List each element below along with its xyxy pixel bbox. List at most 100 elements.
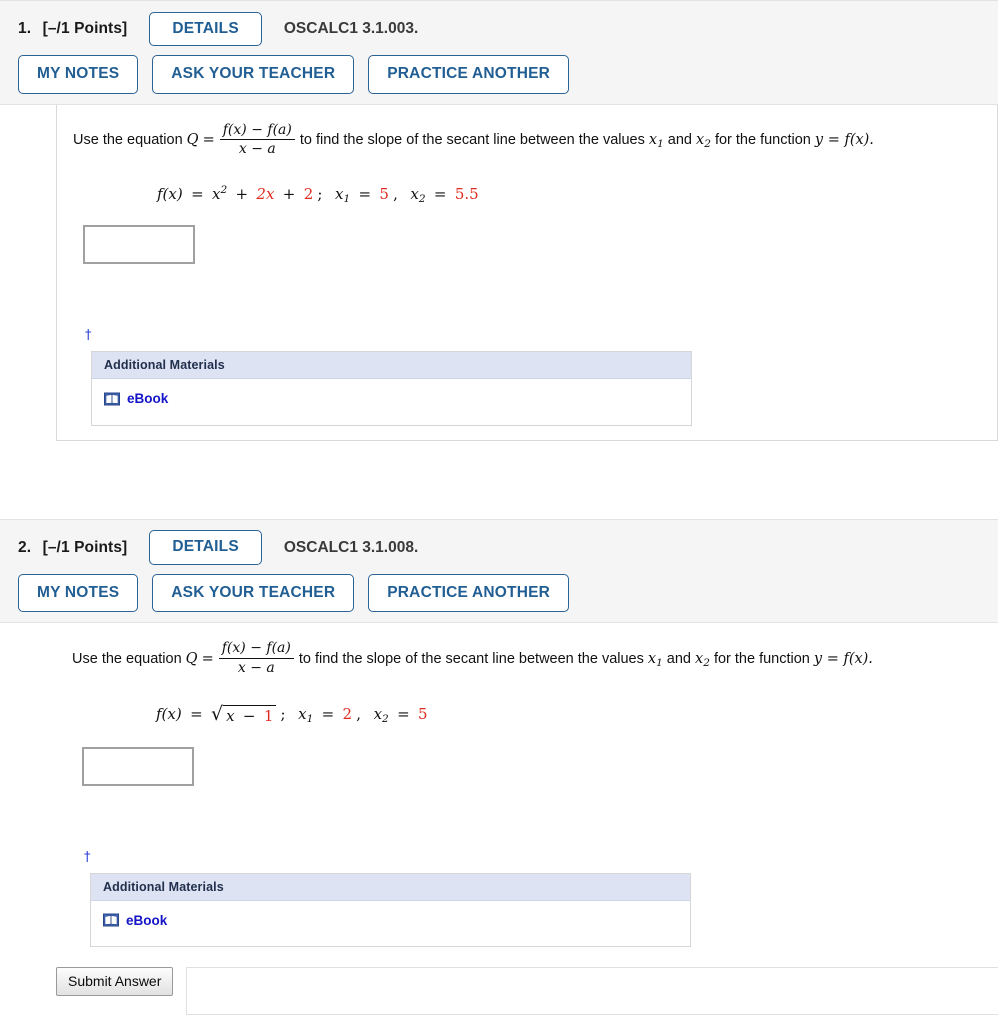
additional-materials-body: eBook bbox=[91, 901, 690, 947]
difference-quotient-fraction: f(x) − f(a) x − a bbox=[218, 640, 294, 677]
additional-materials-panel: Additional Materials eBook bbox=[90, 872, 691, 948]
function-x2-value: 5.5 bbox=[454, 185, 479, 204]
question-stem: Use the equation Q = f(x) − f(a) x − a t… bbox=[73, 121, 989, 160]
function-x1-label: x1 bbox=[334, 185, 351, 206]
practice-another-button[interactable]: PRACTICE ANOTHER bbox=[368, 55, 570, 94]
problem-code: OSCALC1 3.1.003. bbox=[283, 20, 419, 37]
function-x1-value: 2 bbox=[342, 704, 353, 723]
stem-y-equals-fx: y = f(x). bbox=[813, 650, 873, 667]
stem-equals: = bbox=[201, 650, 214, 667]
function-equals: = bbox=[191, 185, 204, 204]
stem-and: and bbox=[667, 132, 692, 149]
radicand-number: 1 bbox=[263, 706, 274, 725]
dagger-marker: † bbox=[85, 328, 92, 344]
problem-header-row-actions: MY NOTES ASK YOUR TEACHER PRACTICE ANOTH… bbox=[0, 55, 998, 94]
stem-lead: Use the equation bbox=[72, 650, 182, 667]
stem-var-x2: x2 bbox=[696, 132, 711, 151]
problem-number-2: 2. [–/1 Points] bbox=[18, 539, 127, 557]
stem-y-equals-fx: y = f(x). bbox=[814, 132, 874, 149]
practice-another-button[interactable]: PRACTICE ANOTHER bbox=[368, 573, 570, 613]
function-x2-label: x2 bbox=[373, 704, 389, 725]
function-equals: = bbox=[190, 704, 203, 723]
answer-input[interactable] bbox=[83, 225, 195, 265]
problem-number-1: 1. [–/1 Points] bbox=[18, 20, 127, 38]
points-label: [–/1 Points] bbox=[42, 20, 128, 37]
function-lhs: f(x) bbox=[157, 185, 183, 204]
ebook-link[interactable]: eBook bbox=[104, 391, 168, 406]
problem-header-row-actions: MY NOTES ASK YOUR TEACHER PRACTICE ANOTH… bbox=[0, 573, 998, 613]
problem-header-1: 1. [–/1 Points] DETAILS OSCALC1 3.1.003.… bbox=[0, 0, 998, 105]
function-lhs: f(x) bbox=[156, 704, 182, 723]
fraction-numerator: f(x) − f(a) bbox=[222, 121, 292, 138]
additional-materials-header: Additional Materials bbox=[92, 352, 691, 380]
function-definition-1: f(x) = x2 + 2x + 2 ; x1 = 5 , x2 = 5.5 bbox=[157, 184, 479, 206]
function-x2-value: 5 bbox=[417, 704, 428, 723]
stem-tail-2: for the function bbox=[713, 650, 810, 667]
problem-index: 2. bbox=[18, 538, 32, 556]
stem-tail-2: for the function bbox=[714, 132, 811, 149]
ebook-link[interactable]: eBook bbox=[103, 913, 167, 928]
function-semicolon: ; bbox=[280, 704, 286, 723]
square-root-expression: √ x − 1 bbox=[210, 702, 277, 725]
problem-body-2: Use the equation Q = f(x) − f(a) x − a t… bbox=[0, 623, 998, 962]
function-plus-1: + bbox=[235, 185, 249, 204]
function-x2-label: x2 bbox=[410, 185, 426, 206]
answer-input[interactable] bbox=[82, 746, 194, 786]
stem-equals: = bbox=[202, 132, 215, 149]
submit-bar: Submit Answer bbox=[0, 967, 998, 1016]
function-definition-2: f(x) = √ x − 1 ; x1 = 2 , x2 = 5 bbox=[156, 702, 428, 725]
my-notes-button[interactable]: MY NOTES bbox=[18, 55, 139, 94]
left-gutter bbox=[0, 623, 56, 961]
function-term-1: 2x bbox=[256, 185, 275, 204]
function-x1-label: x1 bbox=[298, 704, 314, 725]
stem-q-symbol: Q bbox=[186, 132, 199, 149]
left-gutter bbox=[0, 105, 56, 441]
ask-your-teacher-button[interactable]: ASK YOUR TEACHER bbox=[152, 55, 355, 94]
function-comma: , bbox=[356, 704, 362, 723]
function-term-2: 2 bbox=[303, 185, 314, 204]
ask-your-teacher-button[interactable]: ASK YOUR TEACHER bbox=[152, 573, 355, 613]
my-notes-button[interactable]: MY NOTES bbox=[18, 573, 139, 613]
function-comma: , bbox=[393, 185, 398, 204]
question-stem: Use the equation Q = f(x) − f(a) x − a t… bbox=[72, 640, 990, 678]
radical-sign: √ bbox=[210, 702, 224, 725]
function-semicolon: ; bbox=[317, 185, 323, 204]
details-button[interactable]: DETAILS bbox=[149, 11, 262, 47]
fraction-numerator: f(x) − f(a) bbox=[221, 640, 291, 657]
ebook-label: eBook bbox=[127, 391, 169, 407]
ebook-label: eBook bbox=[126, 912, 168, 928]
problem-separator bbox=[0, 440, 998, 519]
stem-var-x1: x1 bbox=[647, 650, 663, 669]
question-content-2: Use the equation Q = f(x) − f(a) x − a t… bbox=[56, 623, 998, 962]
problem-code: OSCALC1 3.1.008. bbox=[283, 538, 419, 556]
book-icon bbox=[104, 392, 120, 406]
problem-body-1: Use the equation Q = f(x) − f(a) x − a t… bbox=[0, 104, 998, 441]
question-content-1: Use the equation Q = f(x) − f(a) x − a t… bbox=[56, 104, 998, 441]
details-button[interactable]: DETAILS bbox=[149, 530, 262, 565]
stem-q-symbol: Q bbox=[185, 650, 198, 667]
problem-header-row-primary: 2. [–/1 Points] DETAILS OSCALC1 3.1.008. bbox=[0, 526, 998, 570]
problem-header-2: 2. [–/1 Points] DETAILS OSCALC1 3.1.008.… bbox=[0, 518, 998, 624]
additional-materials-panel: Additional Materials eBook bbox=[91, 351, 692, 426]
book-icon bbox=[103, 913, 119, 927]
problem-block-2: 2. [–/1 Points] DETAILS OSCALC1 3.1.008.… bbox=[0, 518, 998, 1016]
problem-block-1: 1. [–/1 Points] DETAILS OSCALC1 3.1.003.… bbox=[0, 0, 998, 441]
function-base: x2 bbox=[211, 184, 228, 204]
difference-quotient-fraction: f(x) − f(a) x − a bbox=[219, 121, 295, 159]
additional-materials-body: eBook bbox=[92, 379, 691, 425]
stem-var-x2: x2 bbox=[695, 650, 710, 669]
stem-and: and bbox=[666, 650, 691, 667]
additional-materials-header: Additional Materials bbox=[91, 873, 690, 901]
submit-status-pane bbox=[186, 967, 998, 1016]
fraction-denominator: x − a bbox=[218, 657, 294, 677]
radicand: x − 1 bbox=[223, 704, 277, 725]
stem-tail-1: to find the slope of the secant line bet… bbox=[299, 132, 645, 149]
function-x1-value: 5 bbox=[379, 185, 389, 204]
stem-lead: Use the equation bbox=[73, 132, 183, 149]
fraction-denominator: x − a bbox=[219, 139, 295, 158]
stem-tail-1: to find the slope of the secant line bet… bbox=[298, 650, 644, 667]
submit-answer-button[interactable]: Submit Answer bbox=[56, 967, 174, 997]
function-plus-2: + bbox=[282, 185, 296, 204]
points-label: [–/1 Points] bbox=[42, 538, 128, 556]
stem-var-x1: x1 bbox=[648, 132, 664, 151]
